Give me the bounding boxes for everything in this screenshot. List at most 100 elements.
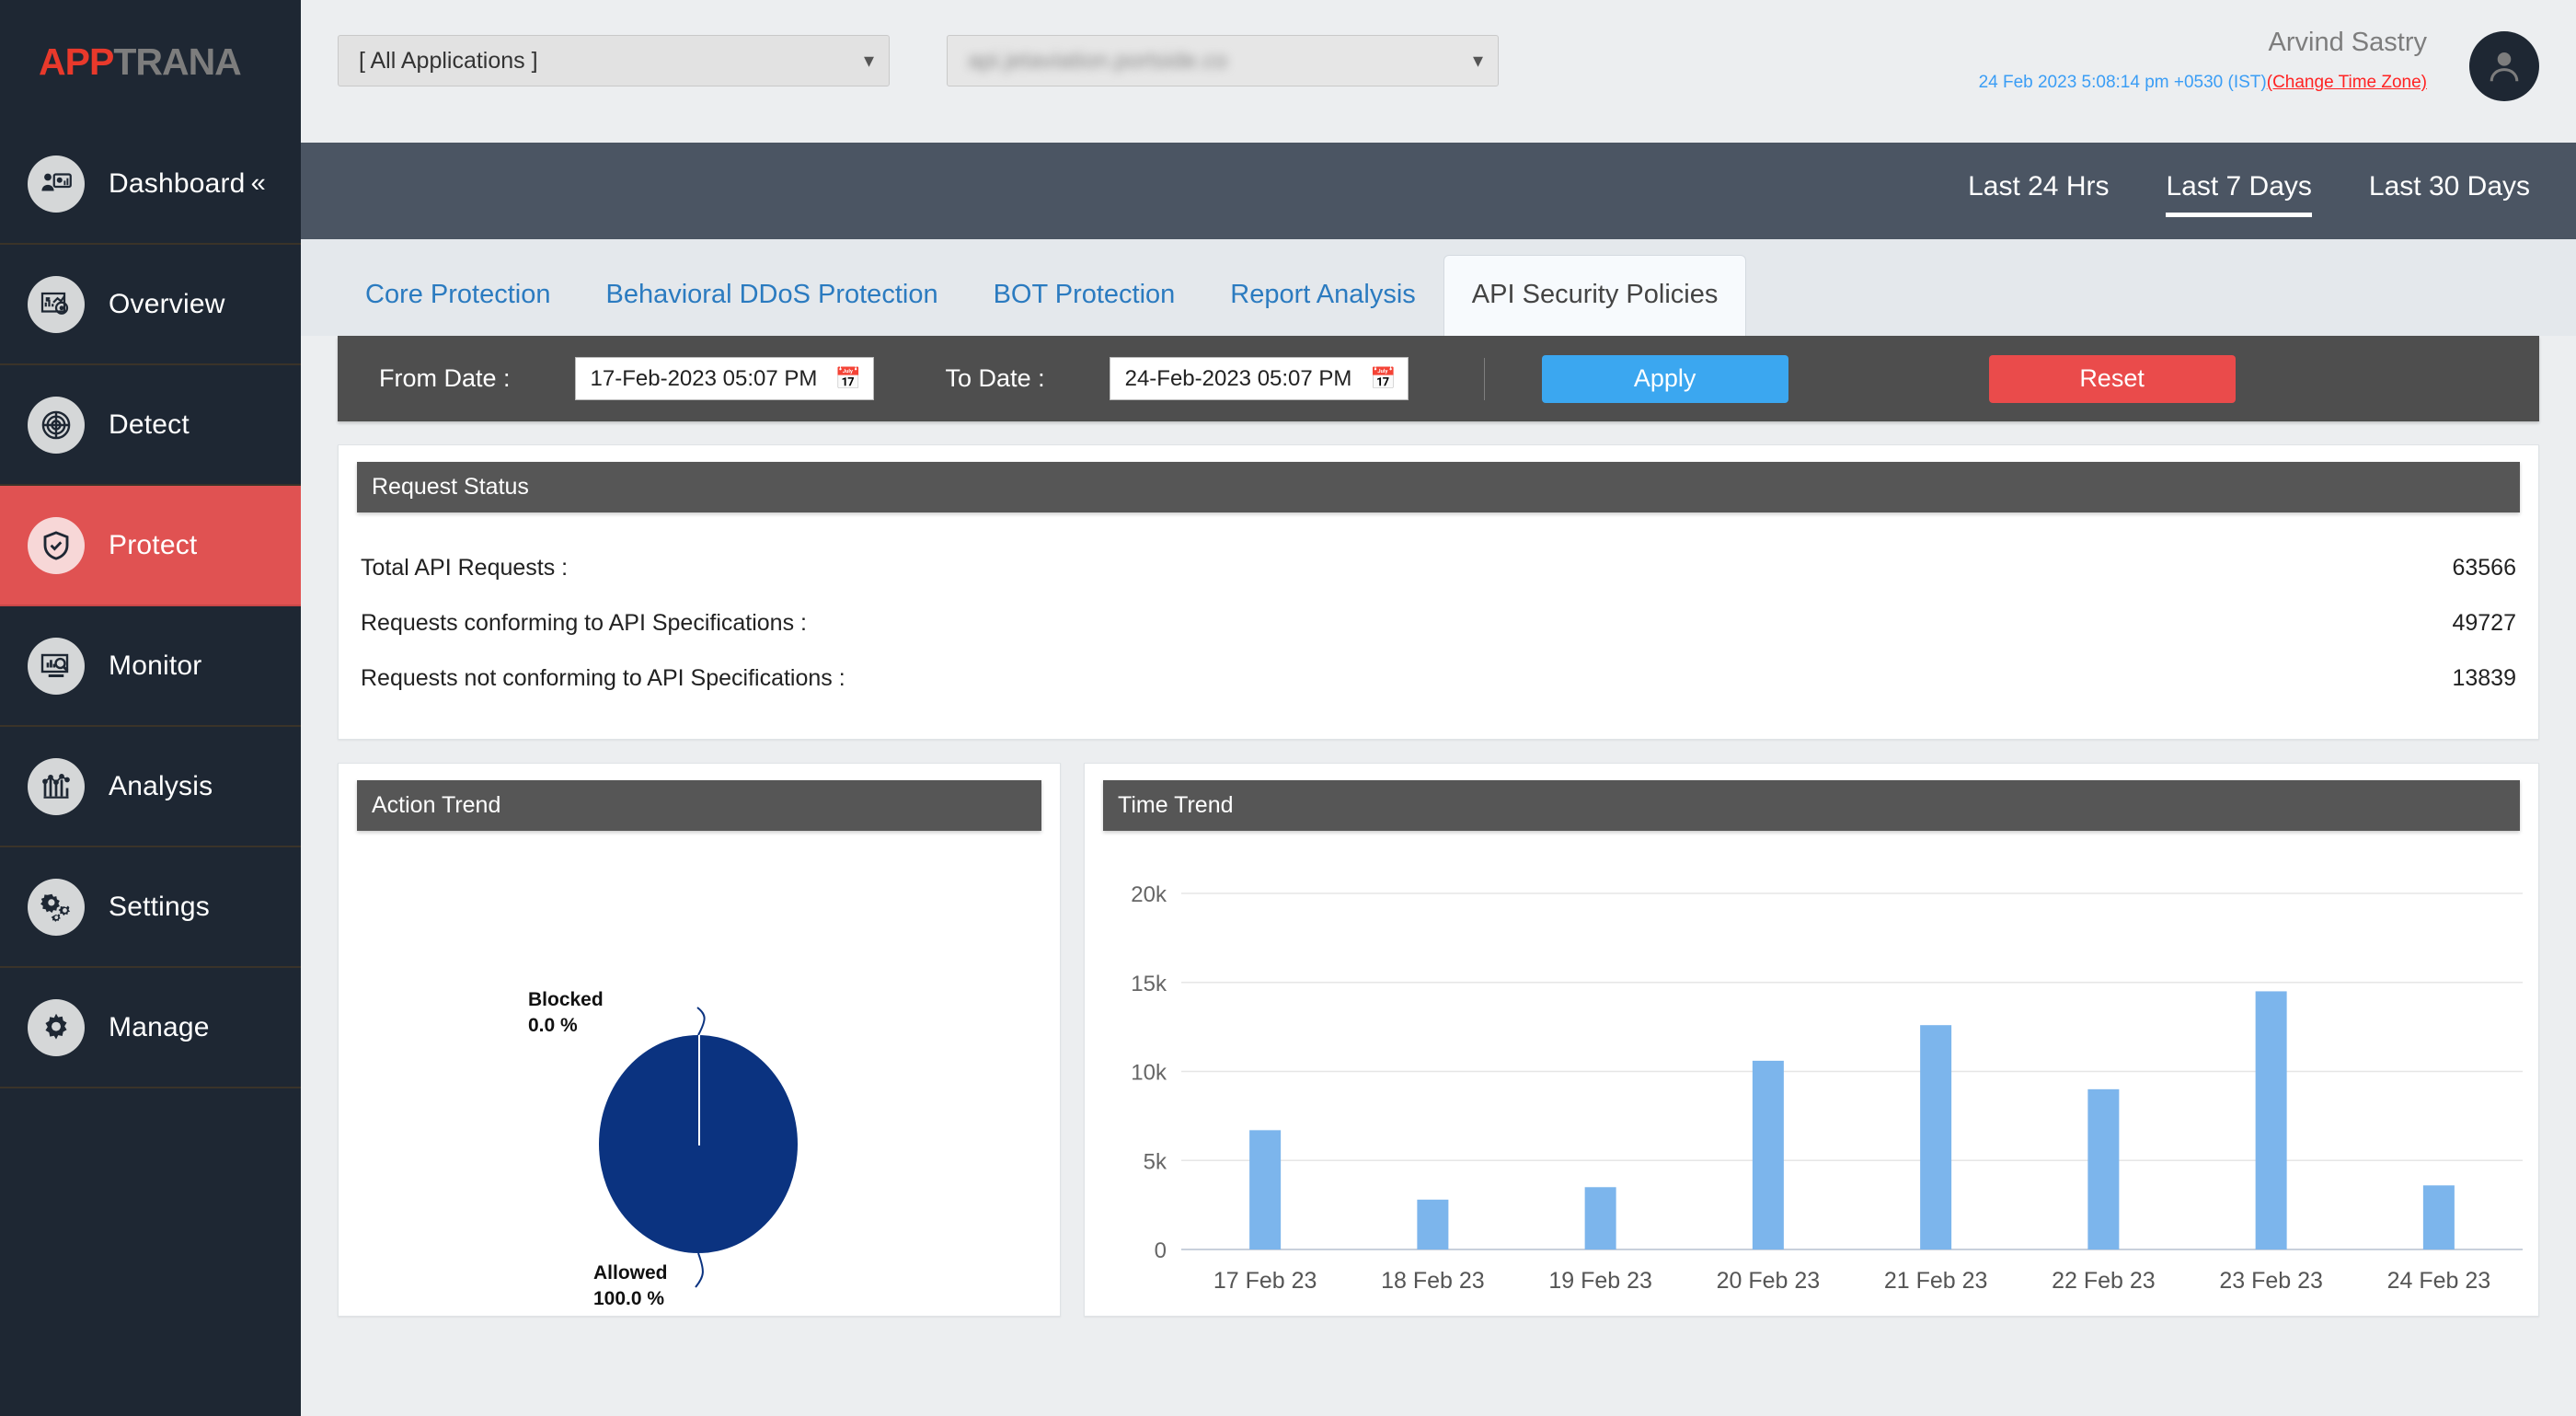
x-axis-tick-label: 24 Feb 23	[2387, 1268, 2491, 1294]
pie-label-blocked-name: Blocked	[528, 989, 604, 1010]
bar[interactable]	[1249, 1130, 1282, 1249]
sidebar-item-analysis[interactable]: Analysis	[0, 727, 301, 847]
gears-icon	[28, 878, 85, 936]
monitor-search-icon	[28, 637, 85, 695]
tab-report-analysis[interactable]: Report Analysis	[1202, 282, 1443, 336]
x-axis-tick-label: 17 Feb 23	[1213, 1268, 1317, 1294]
bar-chart: 0 5k 10k 15k 20k 17 Feb 23 18 Feb 23 19 Feb 23 2…	[1085, 831, 2538, 1318]
report-chart-icon	[28, 275, 85, 333]
tab-api-security-policies[interactable]: API Security Policies	[1443, 255, 1747, 337]
sidebar-item-dashboard[interactable]: Dashboard «	[0, 124, 301, 245]
user-block: Arvind Sastry 24 Feb 2023 5:08:14 pm +05…	[1979, 28, 2539, 101]
pie-label-allowed-name: Allowed	[593, 1262, 668, 1284]
x-axis-tick-label: 20 Feb 23	[1717, 1268, 1821, 1294]
timestamp-line: 24 Feb 2023 5:08:14 pm +0530 (IST)(Chang…	[1979, 73, 2539, 93]
time-trend-chart: 0 5k 10k 15k 20k 17 Feb 23 18 Feb 23 19 Feb 23 2…	[1085, 831, 2538, 1318]
to-date-input[interactable]: 24-Feb-2023 05:07 PM 📅	[1109, 357, 1409, 400]
avatar[interactable]	[2469, 31, 2539, 101]
chevron-down-icon: ▾	[1472, 49, 1483, 72]
sidebar-item-label: Protect	[109, 529, 198, 560]
bar[interactable]	[1920, 1025, 1952, 1249]
user-avatar-icon	[2490, 52, 2519, 82]
to-date-value: 24-Feb-2023 05:07 PM	[1124, 365, 1352, 391]
brand-logo-part2: TRANA	[113, 40, 241, 83]
pie-label-allowed: Allowed 100.0 %	[593, 1261, 668, 1313]
application-select-value: [ All Applications ]	[359, 47, 538, 74]
current-timestamp: 24 Feb 2023 5:08:14 pm +0530 (IST)	[1978, 73, 2267, 92]
time-range-tabs: Last 24 Hrs Last 7 Days Last 30 Days	[301, 143, 2576, 239]
radar-target-icon	[28, 396, 85, 454]
bar[interactable]	[2422, 1185, 2455, 1249]
site-select[interactable]: api.jetaviation.portside.co ▾	[947, 35, 1499, 86]
main-area: [ All Applications ] ▾ api.jetaviation.p…	[301, 0, 2576, 1416]
pie-label-blocked: Blocked 0.0 %	[528, 987, 604, 1040]
tab-bot-protection[interactable]: BOT Protection	[966, 282, 1203, 336]
stat-row: Requests not conforming to API Specifica…	[361, 650, 2516, 706]
pie-label-allowed-value: 100.0 %	[593, 1288, 665, 1310]
stat-label: Total API Requests :	[361, 554, 569, 581]
x-axis-tick-label: 21 Feb 23	[1884, 1268, 1988, 1294]
pie-slice-blocked	[698, 1035, 700, 1145]
sidebar-item-detect[interactable]: Detect	[0, 365, 301, 486]
bar[interactable]	[2087, 1088, 2120, 1249]
sidebar-item-label: Monitor	[109, 650, 202, 681]
y-axis-tick-label: 5k	[1144, 1149, 1167, 1174]
action-trend-title: Action Trend	[357, 780, 1041, 831]
chevron-down-icon: ▾	[863, 49, 874, 72]
date-filter-bar: From Date : 17-Feb-2023 05:07 PM 📅 To Da…	[338, 336, 2539, 421]
range-tab-last-24-hrs[interactable]: Last 24 Hrs	[1968, 171, 2109, 212]
from-date-input[interactable]: 17-Feb-2023 05:07 PM 📅	[574, 357, 874, 400]
sidebar-item-label: Analysis	[109, 770, 213, 801]
calendar-icon[interactable]: 📅	[835, 366, 862, 391]
stat-value: 49727	[2452, 609, 2516, 636]
sidebar-item-monitor[interactable]: Monitor	[0, 606, 301, 727]
brand-logo[interactable]: APPTRANA	[0, 0, 301, 124]
stat-label: Requests conforming to API Specification…	[361, 609, 807, 636]
time-trend-title: Time Trend	[1103, 780, 2520, 831]
sidebar-item-manage[interactable]: Manage	[0, 968, 301, 1088]
stat-value: 63566	[2452, 554, 2516, 581]
stat-value: 13839	[2452, 664, 2516, 691]
y-axis-tick-label: 20k	[1131, 882, 1167, 907]
from-date-label: From Date :	[379, 364, 511, 392]
charts-row: Action Trend Blocked 0.0 % Allowed 100.0…	[338, 763, 2539, 1317]
x-axis-tick-label: 22 Feb 23	[2052, 1268, 2156, 1294]
request-status-card: Request Status Total API Requests : 6356…	[338, 444, 2539, 740]
gear-icon	[28, 998, 85, 1056]
pie-chart: Blocked 0.0 % Allowed 100.0 %	[339, 831, 1060, 1318]
toolbar-divider	[1483, 357, 1485, 400]
app-root: APPTRANA Dashboard « Overview Detect Pro…	[0, 0, 2576, 1416]
range-tab-last-30-days[interactable]: Last 30 Days	[2369, 171, 2530, 212]
sidebar-item-protect[interactable]: Protect	[0, 486, 301, 606]
bar-chart-svg: 0 5k 10k 15k 20k 17 Feb 23 18 Feb 23 19 Feb 23 2…	[1131, 882, 2523, 1294]
bar[interactable]	[2255, 991, 2287, 1249]
tab-strip: Core Protection Behavioral DDoS Protecti…	[301, 239, 2576, 337]
range-tab-last-7-days[interactable]: Last 7 Days	[2166, 171, 2313, 217]
tab-core-protection[interactable]: Core Protection	[338, 282, 579, 336]
y-axis-tick-label: 0	[1155, 1238, 1167, 1263]
site-select-value: api.jetaviation.portside.co	[968, 47, 1228, 74]
sidebar-item-settings[interactable]: Settings	[0, 847, 301, 968]
tab-behavioral-ddos-protection[interactable]: Behavioral DDoS Protection	[579, 282, 966, 336]
sidebar-item-label: Detect	[109, 409, 190, 440]
stat-label: Requests not conforming to API Specifica…	[361, 664, 845, 691]
content-area: From Date : 17-Feb-2023 05:07 PM 📅 To Da…	[301, 336, 2576, 1416]
stat-row: Total API Requests : 63566	[361, 540, 2516, 595]
sidebar-item-label: Dashboard	[109, 167, 246, 199]
sidebar-item-overview[interactable]: Overview	[0, 245, 301, 365]
bar[interactable]	[1584, 1187, 1616, 1249]
topbar: [ All Applications ] ▾ api.jetaviation.p…	[301, 0, 2576, 143]
x-axis-tick-label: 18 Feb 23	[1381, 1268, 1485, 1294]
bar[interactable]	[1417, 1199, 1449, 1249]
calendar-icon[interactable]: 📅	[1370, 366, 1397, 391]
application-select[interactable]: [ All Applications ] ▾	[338, 35, 890, 86]
reset-button[interactable]: Reset	[1988, 354, 2236, 403]
y-axis-tick-label: 15k	[1131, 972, 1167, 996]
change-timezone-link[interactable]: (Change Time Zone)	[2267, 73, 2427, 92]
from-date-value: 17-Feb-2023 05:07 PM	[590, 365, 818, 391]
bar[interactable]	[1752, 1060, 1784, 1249]
brand-logo-part1: APP	[39, 40, 114, 83]
sidebar-item-label: Manage	[109, 1011, 210, 1042]
apply-button[interactable]: Apply	[1541, 354, 1788, 403]
collapse-sidebar-icon[interactable]: «	[251, 170, 266, 197]
